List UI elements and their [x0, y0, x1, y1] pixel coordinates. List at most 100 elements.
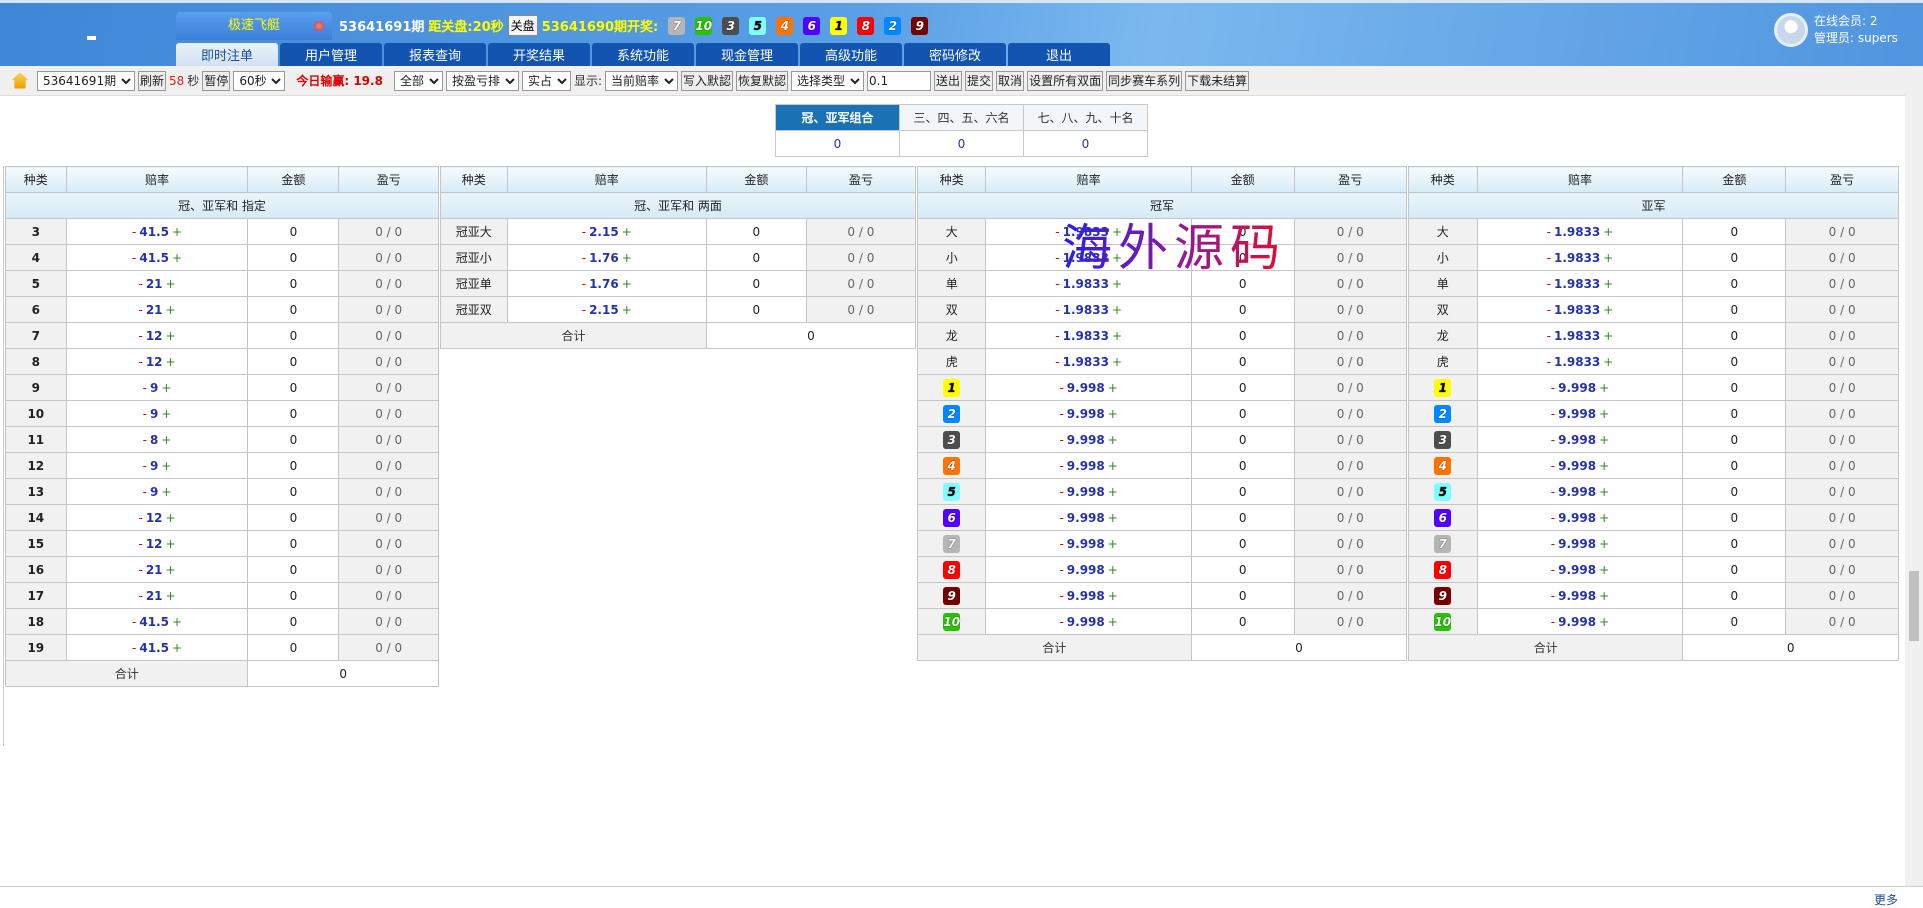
increase-odds-button[interactable]: +: [1603, 277, 1613, 291]
decrease-odds-button[interactable]: -: [1055, 329, 1059, 343]
increase-odds-button[interactable]: +: [1108, 407, 1118, 421]
increase-odds-button[interactable]: +: [1603, 225, 1613, 239]
increase-odds-button[interactable]: +: [172, 615, 182, 629]
summary-tab-champion-runnerup[interactable]: 冠、亚军组合: [775, 104, 900, 131]
increase-odds-button[interactable]: +: [1599, 459, 1609, 473]
decrease-odds-button[interactable]: -: [1551, 459, 1555, 473]
decrease-odds-button[interactable]: -: [1059, 615, 1063, 629]
increase-odds-button[interactable]: +: [1603, 303, 1613, 317]
decrease-odds-button[interactable]: -: [1547, 329, 1551, 343]
increase-odds-button[interactable]: +: [161, 433, 171, 447]
decrease-odds-button[interactable]: -: [1059, 459, 1063, 473]
decrease-odds-button[interactable]: -: [143, 459, 147, 473]
scrollbar[interactable]: [1905, 66, 1923, 886]
decrease-odds-button[interactable]: -: [1059, 485, 1063, 499]
decrease-odds-button[interactable]: -: [1551, 433, 1555, 447]
type-select[interactable]: 选择类型: [791, 70, 865, 91]
decrease-odds-button[interactable]: -: [1055, 225, 1059, 239]
increase-odds-button[interactable]: +: [172, 225, 182, 239]
scope-select[interactable]: 全部: [393, 70, 443, 91]
decrease-odds-button[interactable]: -: [1059, 433, 1063, 447]
decrease-odds-button[interactable]: -: [143, 407, 147, 421]
cancel-button[interactable]: 取消: [996, 70, 1025, 91]
increase-odds-button[interactable]: +: [166, 511, 176, 525]
decrease-odds-button[interactable]: -: [138, 563, 142, 577]
increase-odds-button[interactable]: +: [1599, 485, 1609, 499]
decrease-odds-button[interactable]: -: [582, 251, 586, 265]
decrease-odds-button[interactable]: -: [1547, 225, 1551, 239]
increase-odds-button[interactable]: +: [166, 277, 176, 291]
increase-odds-button[interactable]: +: [1108, 381, 1118, 395]
decrease-odds-button[interactable]: -: [1547, 277, 1551, 291]
increase-odds-button[interactable]: +: [1108, 511, 1118, 525]
decrease-odds-button[interactable]: -: [138, 303, 142, 317]
increase-odds-button[interactable]: +: [1599, 589, 1609, 603]
increase-odds-button[interactable]: +: [1112, 329, 1122, 343]
increase-odds-button[interactable]: +: [166, 589, 176, 603]
decrease-odds-button[interactable]: -: [143, 381, 147, 395]
decrease-odds-button[interactable]: -: [138, 329, 142, 343]
decrease-odds-button[interactable]: -: [1551, 485, 1555, 499]
increase-odds-button[interactable]: +: [622, 277, 632, 291]
odds-step-input[interactable]: [867, 70, 932, 91]
increase-odds-button[interactable]: +: [161, 381, 171, 395]
increase-odds-button[interactable]: +: [1599, 381, 1609, 395]
increase-odds-button[interactable]: +: [622, 303, 632, 317]
decrease-odds-button[interactable]: -: [138, 589, 142, 603]
summary-tab-3-6[interactable]: 三、四、五、六名: [899, 104, 1024, 131]
increase-odds-button[interactable]: +: [1108, 459, 1118, 473]
increase-odds-button[interactable]: +: [1603, 355, 1613, 369]
increase-odds-button[interactable]: +: [1112, 303, 1122, 317]
sync-series-button[interactable]: 同步赛车系列: [1106, 70, 1183, 91]
decrease-odds-button[interactable]: -: [132, 615, 136, 629]
decrease-odds-button[interactable]: -: [582, 303, 586, 317]
increase-odds-button[interactable]: +: [1112, 277, 1122, 291]
decrease-odds-button[interactable]: -: [1059, 511, 1063, 525]
increase-odds-button[interactable]: +: [1108, 433, 1118, 447]
increase-odds-button[interactable]: +: [1112, 251, 1122, 265]
restore-default-button[interactable]: 恢复默認: [736, 70, 789, 91]
increase-odds-button[interactable]: +: [166, 563, 176, 577]
set-all-two-sides-button[interactable]: 设置所有双面: [1027, 70, 1104, 91]
decrease-odds-button[interactable]: -: [1551, 381, 1555, 395]
decrease-odds-button[interactable]: -: [1059, 537, 1063, 551]
refresh-button[interactable]: 刷新: [138, 70, 167, 91]
decrease-odds-button[interactable]: -: [1055, 303, 1059, 317]
decrease-odds-button[interactable]: -: [138, 537, 142, 551]
increase-odds-button[interactable]: +: [1599, 433, 1609, 447]
decrease-odds-button[interactable]: -: [1059, 407, 1063, 421]
game-selector[interactable]: 极速飞艇: [176, 12, 332, 40]
decrease-odds-button[interactable]: -: [1055, 277, 1059, 291]
increase-odds-button[interactable]: +: [1599, 563, 1609, 577]
increase-odds-button[interactable]: +: [622, 225, 632, 239]
decrease-odds-button[interactable]: -: [1059, 563, 1063, 577]
summary-tab-7-10[interactable]: 七、八、九、十名: [1023, 104, 1148, 131]
send-button[interactable]: 送出: [934, 70, 963, 91]
decrease-odds-button[interactable]: -: [132, 225, 136, 239]
increase-odds-button[interactable]: +: [1603, 251, 1613, 265]
increase-odds-button[interactable]: +: [1599, 615, 1609, 629]
decrease-odds-button[interactable]: -: [582, 225, 586, 239]
increase-odds-button[interactable]: +: [166, 537, 176, 551]
sort-select[interactable]: 按盈亏排: [445, 70, 519, 91]
mode-select[interactable]: 实占: [521, 70, 571, 91]
increase-odds-button[interactable]: +: [1108, 537, 1118, 551]
decrease-odds-button[interactable]: -: [1551, 615, 1555, 629]
decrease-odds-button[interactable]: -: [1547, 303, 1551, 317]
decrease-odds-button[interactable]: -: [1059, 589, 1063, 603]
decrease-odds-button[interactable]: -: [1547, 251, 1551, 265]
decrease-odds-button[interactable]: -: [1551, 563, 1555, 577]
increase-odds-button[interactable]: +: [161, 485, 171, 499]
scrollbar-thumb[interactable]: [1909, 571, 1919, 641]
decrease-odds-button[interactable]: -: [1551, 407, 1555, 421]
increase-odds-button[interactable]: +: [172, 641, 182, 655]
increase-odds-button[interactable]: +: [1599, 407, 1609, 421]
decrease-odds-button[interactable]: -: [143, 485, 147, 499]
decrease-odds-button[interactable]: -: [132, 251, 136, 265]
decrease-odds-button[interactable]: -: [582, 277, 586, 291]
increase-odds-button[interactable]: +: [1112, 225, 1122, 239]
increase-odds-button[interactable]: +: [1108, 589, 1118, 603]
increase-odds-button[interactable]: +: [172, 251, 182, 265]
increase-odds-button[interactable]: +: [1603, 329, 1613, 343]
more-link[interactable]: 更多: [1874, 891, 1898, 908]
